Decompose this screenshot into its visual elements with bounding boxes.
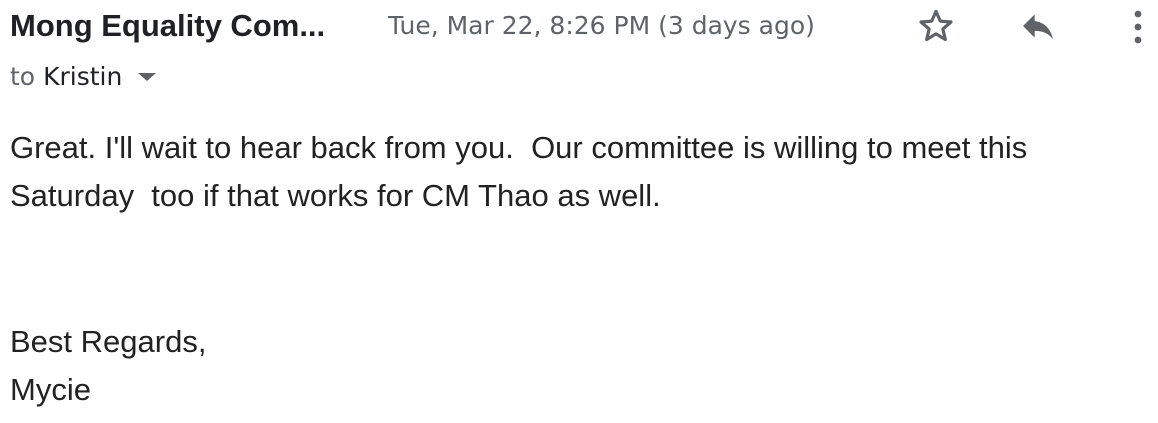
recipients-toggle[interactable]: to Kristin <box>10 58 157 94</box>
star-button[interactable] <box>914 4 958 48</box>
to-label: to <box>10 61 36 91</box>
recipient-name: Kristin <box>43 61 123 91</box>
email-signature: Best Regards, Mycie <box>10 318 206 414</box>
more-options-button[interactable] <box>1116 4 1158 48</box>
signature-line: Mycie <box>10 372 91 407</box>
reply-icon <box>1023 14 1053 40</box>
email-header: Mong Equality Com... Tue, Mar 22, 8:26 P… <box>10 0 1150 52</box>
sender-name[interactable]: Mong Equality Com... <box>10 8 325 44</box>
email-body: Great. I'll wait to hear back from you. … <box>10 124 1140 220</box>
body-line: Saturday too if that works for CM Thao a… <box>10 178 661 213</box>
more-vert-icon <box>1134 10 1142 44</box>
star-icon <box>919 9 953 42</box>
email-date: Tue, Mar 22, 8:26 PM (3 days ago) <box>388 11 815 40</box>
signature-line: Best Regards, <box>10 324 207 359</box>
body-line: Great. I'll wait to hear back from you. … <box>10 130 1028 165</box>
caret-down-icon <box>138 73 157 81</box>
reply-button[interactable] <box>1016 4 1060 48</box>
